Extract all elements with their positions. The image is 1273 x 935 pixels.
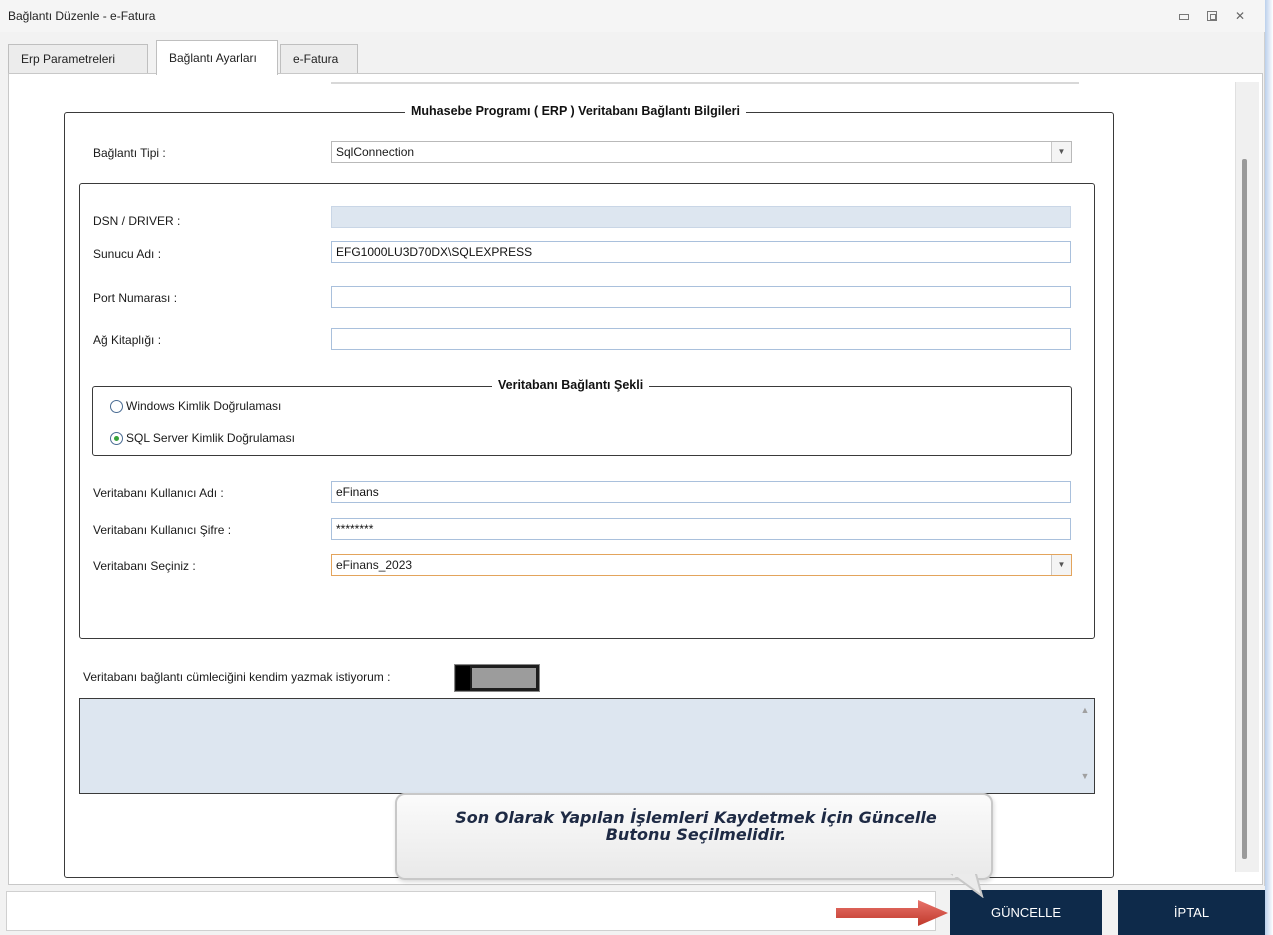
scroll-down-icon[interactable]: ▼	[1078, 771, 1092, 781]
divider	[331, 82, 1079, 84]
database-value: eFinans_2023	[336, 558, 413, 572]
scrollbar-thumb[interactable]	[1242, 159, 1247, 859]
textarea-scrollbar[interactable]: ▲ ▼	[1078, 705, 1092, 789]
minimize-icon	[1179, 14, 1189, 20]
tab-panel: Muhasebe Programı ( ERP ) Veritabanı Bağ…	[8, 73, 1263, 885]
windows-auth-label[interactable]: Windows Kimlik Doğrulaması	[126, 399, 281, 413]
instruction-callout: Son Olarak Yapılan İşlemleri Kaydetmek İ…	[395, 793, 993, 880]
windows-auth-radio[interactable]	[110, 400, 123, 413]
callout-pointer	[950, 874, 984, 898]
window-shadow	[1265, 0, 1273, 935]
callout-line-1: Son Olarak Yapılan İşlemleri Kaydetmek İ…	[455, 808, 937, 827]
tab-e-invoice[interactable]: e-Fatura	[280, 44, 358, 74]
tab-connection-settings[interactable]: Bağlantı Ayarları	[156, 40, 278, 75]
callout-text: Son Olarak Yapılan İşlemleri Kaydetmek İ…	[397, 809, 995, 843]
cancel-button[interactable]: İPTAL	[1118, 890, 1265, 935]
close-icon: ✕	[1234, 9, 1246, 23]
bottom-bar: GÜNCELLE İPTAL	[0, 886, 1265, 935]
server-label: Sunucu Adı :	[93, 247, 162, 261]
db-username-label: Veritabanı Kullanıcı Adı :	[93, 486, 224, 500]
vertical-scrollbar[interactable]	[1235, 82, 1259, 872]
callout-line-2: Butonu Seçilmelidir.	[605, 825, 787, 844]
network-library-field[interactable]	[331, 328, 1071, 350]
port-label: Port Numarası :	[93, 291, 178, 305]
chevron-down-icon[interactable]: ▼	[1051, 142, 1071, 162]
custom-connection-label: Veritabanı bağlantı cümleciğini kendim y…	[83, 670, 391, 684]
window-title: Bağlantı Düzenle - e-Fatura	[8, 9, 156, 23]
auth-group-title: Veritabanı Bağlantı Şekli	[492, 378, 650, 392]
close-button[interactable]: ✕	[1232, 8, 1248, 24]
sql-auth-label[interactable]: SQL Server Kimlik Doğrulaması	[126, 431, 295, 445]
dsn-field	[331, 206, 1071, 228]
chevron-down-icon[interactable]: ▼	[1051, 555, 1071, 575]
connection-type-value: SqlConnection	[336, 145, 415, 159]
status-field	[6, 891, 936, 931]
database-dropdown[interactable]: eFinans_2023 ▼	[331, 554, 1072, 576]
custom-connection-toggle[interactable]	[454, 664, 540, 692]
connection-string-textarea[interactable]: ▲ ▼	[79, 698, 1095, 794]
dialog-window: Bağlantı Düzenle - e-Fatura ✕ Erp Parame…	[0, 0, 1265, 935]
sql-auth-radio[interactable]	[110, 432, 123, 445]
maximize-button[interactable]	[1204, 8, 1220, 24]
auth-method-group: Veritabanı Bağlantı Şekli	[92, 378, 1072, 456]
toggle-track	[472, 668, 536, 688]
db-password-field[interactable]: ********	[331, 518, 1071, 540]
title-bar: Bağlantı Düzenle - e-Fatura ✕	[0, 0, 1265, 32]
network-library-label: Ağ Kitaplığı :	[93, 333, 162, 347]
tab-erp-parameters[interactable]: Erp Parametreleri	[8, 44, 148, 74]
minimize-button[interactable]	[1176, 8, 1192, 24]
connection-type-label: Bağlantı Tipi :	[93, 146, 166, 160]
db-username-field[interactable]: eFinans	[331, 481, 1071, 503]
server-field[interactable]: EFG1000LU3D70DX\SQLEXPRESS	[331, 241, 1071, 263]
dsn-label: DSN / DRIVER :	[93, 214, 181, 228]
port-field[interactable]	[331, 286, 1071, 308]
maximize-icon	[1207, 11, 1217, 21]
db-select-label: Veritabanı Seçiniz :	[93, 559, 196, 573]
group-title: Muhasebe Programı ( ERP ) Veritabanı Bağ…	[405, 104, 747, 118]
toggle-knob[interactable]	[456, 666, 470, 690]
connection-type-dropdown[interactable]: SqlConnection ▼	[331, 141, 1072, 163]
scroll-up-icon[interactable]: ▲	[1078, 705, 1092, 715]
db-password-label: Veritabanı Kullanıcı Şifre :	[93, 523, 232, 537]
arrow-right-icon	[836, 900, 948, 926]
